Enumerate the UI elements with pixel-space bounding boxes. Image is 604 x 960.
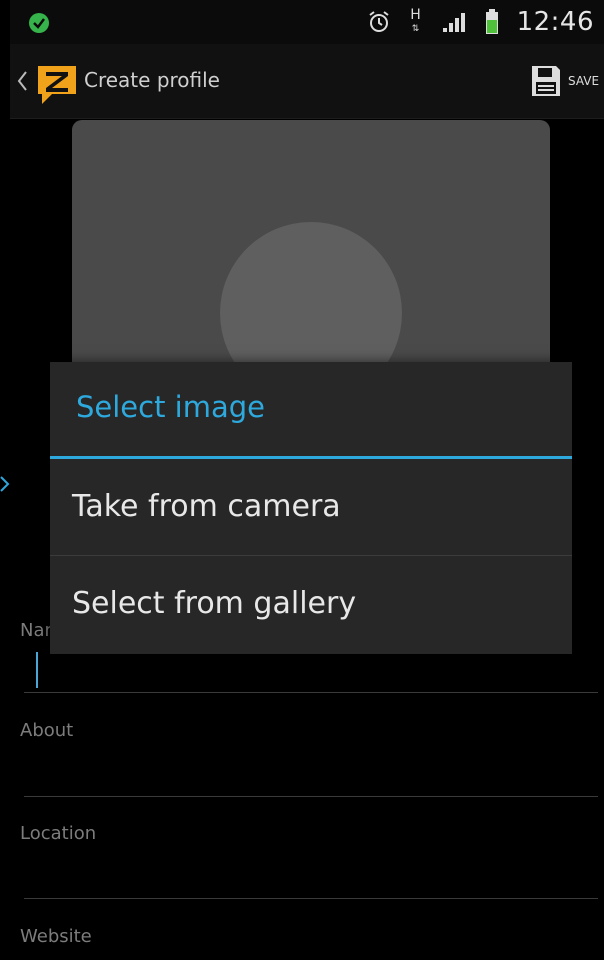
screen: H ⇅ 12:46 Create profile SAVE Nar About …: [10, 0, 604, 960]
option-label: Select from gallery: [72, 586, 357, 621]
about-input[interactable]: [24, 796, 598, 797]
network-type-text: H: [410, 7, 421, 23]
edge-arrow-icon: [0, 476, 10, 492]
save-button[interactable]: SAVE: [568, 74, 599, 88]
action-bar: Create profile SAVE: [10, 44, 604, 119]
status-time: 12:46: [516, 7, 594, 37]
signal-strength-icon: [442, 13, 465, 32]
about-label: About: [20, 720, 74, 741]
alarm-clock-icon: [368, 11, 389, 32]
network-type-indicator: H ⇅: [409, 7, 423, 35]
back-chevron-icon[interactable]: [14, 68, 30, 94]
name-input[interactable]: [24, 692, 598, 693]
location-input[interactable]: [24, 898, 598, 899]
app-logo-icon[interactable]: [34, 62, 80, 106]
select-from-gallery-option[interactable]: Select from gallery: [50, 556, 572, 652]
battery-icon: [485, 9, 498, 34]
save-icon[interactable]: [530, 64, 562, 98]
status-icons: H ⇅ 12:46: [367, 6, 594, 38]
name-label: Nar: [20, 620, 52, 641]
take-from-camera-option[interactable]: Take from camera: [50, 459, 572, 555]
select-image-dialog: Select image Take from camera Select fro…: [50, 362, 572, 654]
text-cursor: [36, 652, 38, 688]
option-label: Take from camera: [72, 489, 341, 524]
check-circle-icon: [29, 13, 49, 33]
status-bar: H ⇅ 12:46: [10, 0, 604, 44]
data-arrows-icon: ⇅: [411, 24, 420, 34]
location-label: Location: [20, 823, 97, 844]
dialog-title: Select image: [76, 390, 266, 424]
website-label: Website: [20, 926, 92, 947]
page-title: Create profile: [84, 68, 220, 92]
